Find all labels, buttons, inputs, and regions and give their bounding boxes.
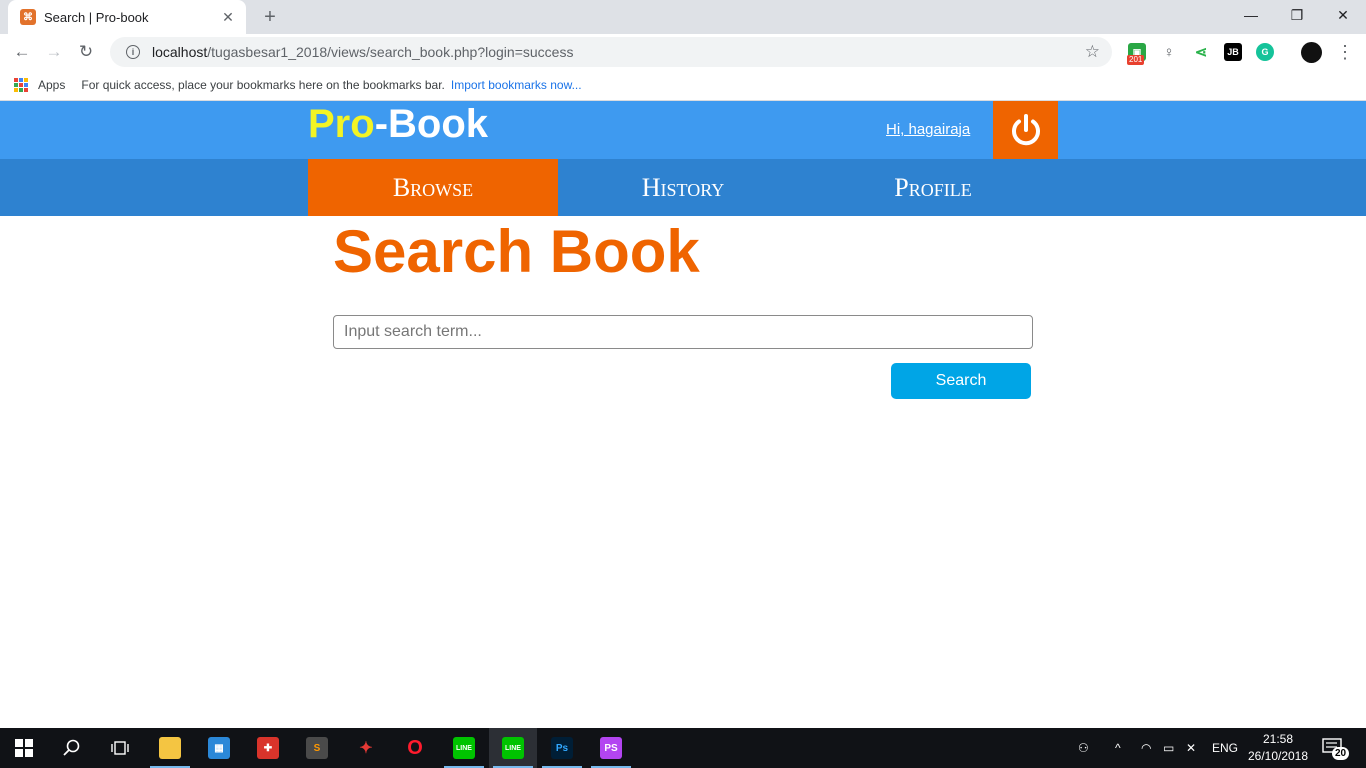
url-host: localhost — [152, 44, 208, 60]
windows-taskbar: ▦ ✚ S ✦ O LINE LINE Ps PS ⚇ ^ ◠ ▭ ✕ ENG … — [0, 728, 1366, 768]
sublime-text-icon[interactable]: S — [293, 728, 341, 768]
url-path: /tugasbesar1_2018/views/search_book.php?… — [207, 44, 574, 60]
restore-window-icon[interactable]: ❐ — [1274, 0, 1320, 30]
battery-icon[interactable]: ▭ — [1163, 728, 1174, 768]
logo-pro: Pro — [308, 102, 375, 146]
extension-jb-icon[interactable]: JB — [1224, 43, 1242, 61]
file-explorer-icon[interactable] — [146, 728, 194, 768]
logout-button[interactable] — [993, 101, 1058, 159]
nav-browse[interactable]: Browse — [308, 159, 558, 216]
opera-icon[interactable]: O — [391, 728, 439, 768]
clock-time: 21:58 — [1262, 732, 1294, 746]
xampp-favicon-icon: ⌘ — [20, 9, 36, 25]
browser-toolbar: ← → ↻ i localhost/tugasbesar1_2018/views… — [0, 34, 1366, 70]
bookmarks-bar: Apps For quick access, place your bookma… — [0, 70, 1366, 101]
line-app-icon[interactable]: LINE — [440, 728, 488, 768]
wifi-icon[interactable]: ◠ — [1141, 728, 1151, 768]
profile-avatar[interactable] — [1301, 42, 1322, 63]
import-bookmarks-link[interactable]: Import bookmarks now... — [451, 78, 582, 92]
site-header: Pro-Book Hi, hagairaja — [0, 101, 1366, 159]
browser-tab-strip: ⌘ Search | Pro-book ✕ + — ❐ ✕ — [0, 0, 1366, 34]
windows-start-icon[interactable] — [0, 728, 48, 768]
tab-title: Search | Pro-book — [44, 9, 149, 25]
garena-icon[interactable]: ✦ — [342, 728, 390, 768]
extension-bulb-icon[interactable]: ♀ — [1160, 43, 1178, 61]
minimize-window-icon[interactable]: — — [1228, 0, 1274, 30]
nav-history[interactable]: History — [558, 159, 808, 216]
search-button[interactable]: Search — [891, 363, 1031, 399]
browser-menu-icon[interactable]: ⋮ — [1336, 42, 1354, 62]
search-icon[interactable] — [48, 728, 96, 768]
store-icon[interactable]: ▦ — [195, 728, 243, 768]
search-input[interactable] — [333, 315, 1033, 349]
clock-date: 26/10/2018 — [1247, 749, 1309, 763]
nav-profile[interactable]: Profile — [808, 159, 1058, 216]
notification-count-badge: 20 — [1332, 747, 1350, 760]
site-logo[interactable]: Pro-Book — [308, 104, 488, 144]
power-icon — [1011, 114, 1040, 146]
info-icon[interactable]: i — [126, 45, 140, 59]
back-arrow-icon[interactable]: ← — [9, 39, 35, 65]
user-greeting-link[interactable]: Hi, hagairaja — [886, 121, 970, 138]
task-view-icon[interactable] — [96, 728, 144, 768]
page-title: Search Book — [333, 218, 700, 285]
apps-link[interactable]: Apps — [38, 78, 65, 92]
people-icon[interactable]: ⚇ — [1078, 728, 1089, 768]
bookmarks-hint: For quick access, place your bookmarks h… — [81, 78, 445, 92]
reload-icon[interactable]: ↻ — [73, 39, 99, 65]
bookmark-star-icon[interactable]: ☆ — [1085, 42, 1100, 62]
photoshop-icon[interactable]: Ps — [538, 728, 586, 768]
url-text[interactable]: localhost/tugasbesar1_2018/views/search_… — [152, 44, 1085, 60]
new-tab-icon[interactable]: + — [258, 6, 282, 28]
gift-app-icon[interactable]: ✚ — [244, 728, 292, 768]
language-indicator[interactable]: ENG — [1212, 728, 1238, 768]
line-app-icon-2[interactable]: LINE — [489, 728, 537, 768]
extension-share-icon[interactable]: ⋖ — [1192, 43, 1210, 61]
main-navbar: Browse History Profile — [0, 159, 1366, 216]
browser-tab[interactable]: ⌘ Search | Pro-book ✕ — [8, 0, 246, 34]
extension-badge: 201 — [1127, 55, 1145, 65]
phpstorm-icon[interactable]: PS — [587, 728, 635, 768]
apps-grid-icon[interactable] — [14, 78, 28, 92]
logo-book: -Book — [374, 102, 489, 146]
volume-muted-icon[interactable]: ✕ — [1186, 728, 1196, 768]
close-window-icon[interactable]: ✕ — [1320, 0, 1366, 30]
extension-grammarly-icon[interactable]: G — [1256, 43, 1274, 61]
forward-arrow-icon[interactable]: → — [41, 39, 67, 65]
system-clock[interactable]: 21:58 26/10/2018 — [1246, 731, 1310, 765]
close-tab-icon[interactable]: ✕ — [220, 9, 236, 25]
show-hidden-icons-icon[interactable]: ^ — [1115, 728, 1121, 768]
address-bar[interactable]: i localhost/tugasbesar1_2018/views/searc… — [110, 37, 1112, 67]
